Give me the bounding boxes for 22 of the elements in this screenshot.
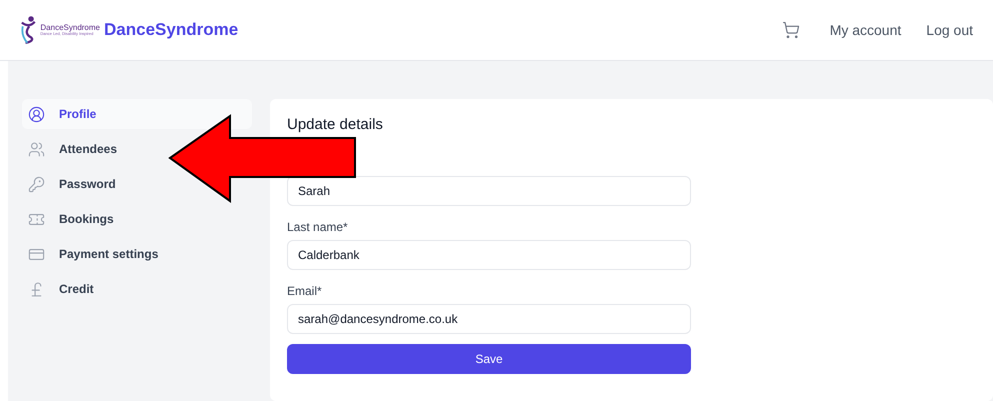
logo-name: DanceSyndrome <box>40 24 100 32</box>
user-circle-icon <box>28 106 45 122</box>
cart-icon[interactable] <box>782 21 800 39</box>
field-label: Last name* <box>287 218 349 236</box>
text-field[interactable]: Calderbank <box>287 240 691 270</box>
sidebar-item[interactable]: Profile <box>22 99 252 129</box>
nav-link[interactable]: Log out <box>926 20 973 40</box>
field-label: Email* <box>287 282 323 300</box>
people-icon <box>28 140 45 158</box>
sidebar-item[interactable]: Password <box>22 169 122 199</box>
sidebar-item[interactable]: Credit <box>22 274 100 304</box>
save-button[interactable]: Save <box>287 344 691 374</box>
nav-link[interactable]: My account <box>830 20 902 40</box>
sidebar-item[interactable]: Payment settings <box>22 239 164 269</box>
dancer-logo-icon <box>20 14 38 46</box>
key-icon <box>28 176 45 192</box>
text-field[interactable]: Sarah <box>287 176 691 206</box>
sidebar-item[interactable]: Attendees <box>22 134 124 164</box>
text-field[interactable]: sarah@dancesyndrome.co.uk <box>287 304 691 334</box>
sidebar-item[interactable]: Bookings <box>22 204 120 234</box>
form-title: Update details <box>287 115 384 135</box>
brand-name[interactable]: DanceSyndrome <box>104 17 238 43</box>
